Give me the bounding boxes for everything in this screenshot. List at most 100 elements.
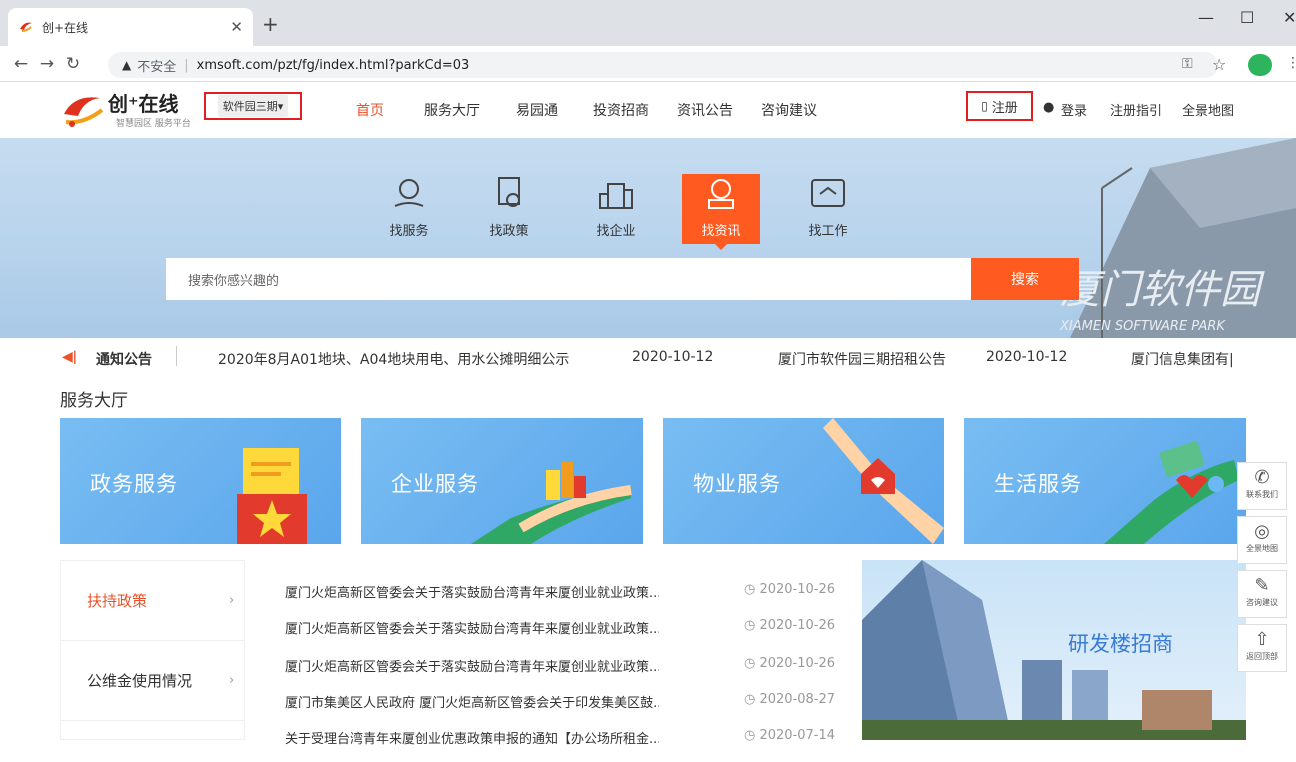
notice-item-title[interactable]: 厦门市软件园三期招租公告 (778, 349, 946, 369)
card-life-service[interactable]: 生活服务 (964, 418, 1246, 544)
maximize-icon[interactable]: ☐ (1240, 8, 1254, 27)
phone-icon: ✆ (1254, 467, 1270, 488)
list-item[interactable]: 厦门火炬高新区管委会关于落实鼓励台湾青年来厦创业就业政策... ◷ 2020-10… (285, 618, 835, 652)
search-button[interactable]: 搜索 (971, 258, 1079, 300)
clock-icon: ◷ (743, 618, 760, 633)
notice-item-title[interactable]: 2020年8月A01地块、A04地块用电、用水公摊明细公示 (218, 349, 569, 369)
consult-suggest-button[interactable]: ✎ 咨询建议 (1237, 570, 1287, 618)
forward-icon[interactable]: → (34, 54, 60, 74)
window-close-icon[interactable]: ✕ (1283, 8, 1296, 27)
policy-tab-label: 公维金使用情况 (87, 672, 193, 690)
building-sign: 厦门软件园 (1060, 267, 1265, 313)
back-icon[interactable]: ← (8, 54, 34, 74)
category-find-news[interactable]: 找资讯 (682, 174, 760, 244)
omnibox[interactable]: ▲ 不安全 | xmsoft.com/pzt/fg/index.html?par… (108, 52, 1218, 78)
service-hall-title: 服务大厅 (60, 391, 128, 411)
list-item[interactable]: 厦门市集美区人民政府 厦门火炬高新区管委会关于印发集美区鼓... ◷ 2020-0… (285, 692, 835, 726)
register-button[interactable]: ▯ 注册 (966, 91, 1033, 121)
category-label: 找服务 (389, 224, 429, 239)
notice-label: 通知公告 (96, 352, 152, 368)
category-find-job[interactable]: 找工作 (789, 174, 867, 244)
chevron-right-icon: › (229, 593, 235, 608)
login-link[interactable]: 登录 (1061, 100, 1087, 119)
panorama-map-button[interactable]: ◎ 全景地图 (1237, 516, 1287, 564)
hands-house-icon (823, 418, 944, 544)
browser-tab[interactable]: 创+在线 ✕ (8, 8, 253, 46)
building-image: 厦门软件园 XIAMEN SOFTWARE PARK (1059, 138, 1296, 338)
rd-building-promo[interactable]: 研发楼招商 (862, 560, 1246, 740)
edit-icon: ✎ (1254, 575, 1270, 596)
park-select[interactable]: 软件园三期▾ (204, 92, 302, 120)
menu-icon[interactable]: ⋮ (1286, 55, 1296, 71)
category-find-company[interactable]: 找企业 (577, 174, 655, 244)
profile-avatar[interactable] (1248, 54, 1272, 76)
card-label: 企业服务 (391, 472, 479, 496)
promo-text: 研发楼招商 (1068, 632, 1173, 656)
clock-icon: ◷ (743, 656, 760, 671)
nav-home[interactable]: 首页 (356, 100, 384, 120)
magnifier-hand-icon (394, 179, 424, 207)
contact-us-button[interactable]: ✆ 联系我们 (1237, 462, 1287, 510)
notice-item-date: 2020-10-12 (986, 349, 1068, 365)
site-logo[interactable]: 创⁺在线 智慧园区 服务平台 (58, 86, 208, 136)
warning-icon: ▲ (122, 58, 132, 72)
search-placeholder: 搜索你感兴趣的 (188, 273, 280, 289)
panorama-link[interactable]: 全景地图 (1182, 100, 1234, 119)
handshake-icon (811, 179, 845, 207)
list-item[interactable]: 关于受理台湾青年来厦创业优惠政策申报的通知【办公场所租金... ◷ 2020-07… (285, 728, 835, 762)
card-government-service[interactable]: 政务服务 (60, 418, 341, 544)
policy-tab-label: 扶持政策 (87, 592, 148, 610)
category-label: 找企业 (596, 224, 636, 239)
notice-divider (176, 346, 177, 366)
new-tab-button[interactable]: + (262, 12, 279, 36)
chevron-right-icon: › (229, 673, 235, 688)
reload-icon[interactable]: ↻ (60, 54, 86, 74)
nav-service-hall[interactable]: 服务大厅 (424, 100, 480, 120)
nav-news[interactable]: 资讯公告 (677, 100, 733, 120)
category-find-policy[interactable]: 找政策 (470, 174, 548, 244)
tab-title: 创+在线 (42, 20, 89, 35)
list-item[interactable]: 厦门火炬高新区管委会关于落实鼓励台湾青年来厦创业就业政策... ◷ 2020-10… (285, 582, 835, 616)
promo-buildings-image (862, 560, 1246, 740)
policy-tab-support[interactable]: 扶持政策 › (61, 561, 246, 641)
list-item[interactable]: 厦门火炬高新区管委会关于落实鼓励台湾青年来厦创业就业政策... ◷ 2020-10… (285, 656, 835, 690)
card-label: 物业服务 (693, 472, 781, 496)
active-category-pointer (715, 244, 727, 250)
nav-yiyuantong[interactable]: 易园通 (516, 100, 558, 120)
speaker-icon: ◀ǀ (62, 349, 77, 365)
nav-consult[interactable]: 咨询建议 (761, 100, 817, 120)
omnibox-divider: | (184, 57, 189, 73)
nav-investment[interactable]: 投资招商 (593, 100, 649, 120)
close-tab-icon[interactable]: ✕ (230, 18, 243, 36)
security-label: 不安全 (137, 59, 177, 75)
user-icon: ● (1043, 100, 1055, 115)
hand-buildings-icon (471, 462, 632, 544)
category-label: 找工作 (808, 224, 848, 239)
category-label: 找政策 (489, 224, 529, 239)
register-guide-link[interactable]: 注册指引 (1110, 100, 1162, 119)
url-text: xmsoft.com/pzt/fg/index.html?parkCd=03 (196, 57, 470, 73)
policy-tab-maintenance-fund[interactable]: 公维金使用情况 › (61, 641, 246, 721)
site-favicon-icon (20, 22, 32, 32)
document-search-icon (498, 177, 520, 207)
category-find-service[interactable]: 找服务 (370, 174, 448, 244)
search-input[interactable]: 搜索你感兴趣的 (166, 258, 971, 300)
minimize-icon[interactable]: — (1198, 8, 1214, 27)
notice-item-title[interactable]: 厦门信息集团有| (1131, 349, 1234, 369)
logo-subtitle: 智慧园区 服务平台 (116, 119, 191, 129)
category-label: 找资讯 (701, 224, 741, 239)
card-property-service[interactable]: 物业服务 (663, 418, 944, 544)
card-label: 生活服务 (994, 472, 1082, 496)
policy-sidebar: 扶持政策 › 公维金使用情况 › (60, 560, 246, 740)
building-icon (599, 183, 633, 209)
register-label: 注册 (991, 100, 1018, 116)
star-document-icon (237, 448, 307, 544)
card-enterprise-service[interactable]: 企业服务 (361, 418, 643, 544)
key-icon[interactable]: ⚿ (1182, 56, 1193, 72)
card-label: 政务服务 (90, 472, 178, 496)
star-icon[interactable]: ☆ (1212, 55, 1226, 74)
park-select-value: 软件园三期▾ (217, 95, 289, 117)
building-sign-en: XIAMEN SOFTWARE PARK (1059, 319, 1226, 334)
back-to-top-button[interactable]: ⇧ 返回顶部 (1237, 624, 1287, 672)
clock-icon: ◷ (743, 582, 760, 597)
